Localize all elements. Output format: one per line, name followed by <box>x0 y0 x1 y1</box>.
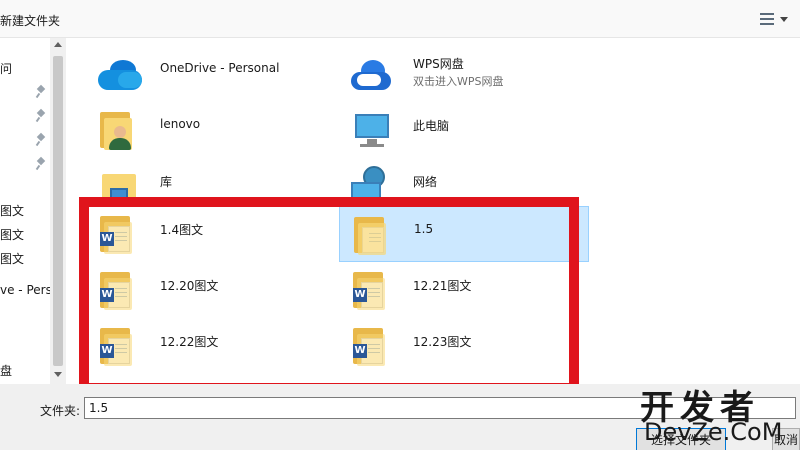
tile-name: 库 <box>160 175 173 189</box>
view-options-icon <box>760 12 774 26</box>
tile-name: 此电脑 <box>413 119 450 133</box>
tile-lenovo[interactable]: lenovo <box>86 102 336 158</box>
nav-scrollbar[interactable] <box>50 38 66 384</box>
user-folder-icon <box>94 108 144 152</box>
view-options-button[interactable] <box>758 10 792 30</box>
tile-onedrive[interactable]: OneDrive - Personal <box>86 46 336 102</box>
pin-icon <box>36 86 46 98</box>
chevron-down-icon <box>780 17 788 22</box>
toolbar: 新建文件夹 <box>0 0 800 38</box>
scroll-up-icon[interactable] <box>54 42 62 47</box>
tile-subtitle: 双击进入WPS网盘 <box>413 75 504 88</box>
pin-icon <box>36 110 46 122</box>
watermark-domain: DevZe.CoM <box>644 418 783 446</box>
new-folder-button[interactable]: 新建文件夹 <box>0 12 60 29</box>
nav-item[interactable]: 图文 <box>0 226 50 243</box>
scroll-thumb[interactable] <box>53 56 63 366</box>
scroll-down-icon[interactable] <box>54 372 62 377</box>
nav-item[interactable]: 图文 <box>0 250 50 267</box>
tile-wps-cloud[interactable]: WPS网盘 双击进入WPS网盘 <box>339 46 589 102</box>
tile-name: OneDrive - Personal <box>160 61 280 75</box>
wps-cloud-icon <box>347 52 397 96</box>
onedrive-cloud-icon <box>94 52 144 96</box>
pin-icon <box>36 158 46 170</box>
red-highlight-box <box>79 197 579 393</box>
tile-this-pc[interactable]: 此电脑 <box>339 102 589 158</box>
tile-name: lenovo <box>160 117 201 131</box>
pin-icon <box>36 134 46 146</box>
nav-item[interactable]: 问 <box>0 60 50 77</box>
filename-label: 文件夹: <box>40 404 81 418</box>
tile-name: WPS网盘 <box>413 57 464 71</box>
nav-item[interactable]: 图文 <box>0 202 50 219</box>
this-pc-icon <box>347 108 397 152</box>
nav-item[interactable]: 盘 <box>0 362 50 379</box>
nav-item-onedrive[interactable]: ve - Perso <box>0 283 50 297</box>
tile-name: 网络 <box>413 175 438 189</box>
